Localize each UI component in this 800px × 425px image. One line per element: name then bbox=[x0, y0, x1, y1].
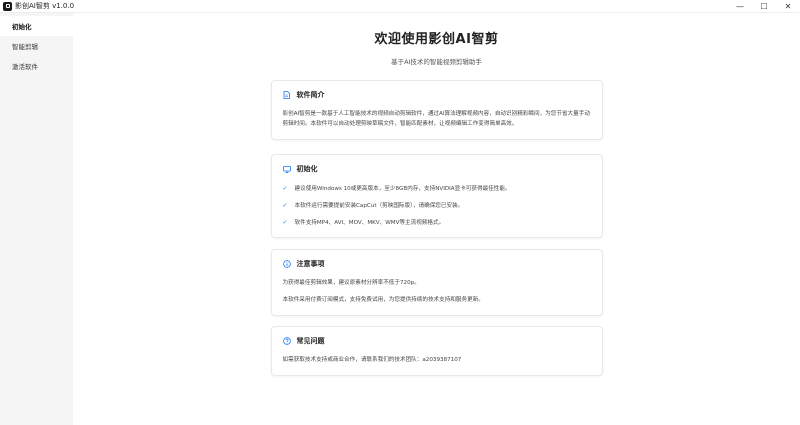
sidebar-item-activate[interactable]: 激活软件 bbox=[0, 56, 73, 76]
sidebar-item-smart-edit[interactable]: 智能剪辑 bbox=[0, 36, 73, 56]
check-icon: ✓ bbox=[282, 218, 288, 226]
window-controls: — ☐ ✕ bbox=[728, 0, 800, 12]
maximize-button[interactable]: ☐ bbox=[752, 0, 776, 12]
sidebar-item-init[interactable]: 初始化 bbox=[0, 16, 73, 36]
init-card-title: 初始化 bbox=[296, 165, 318, 173]
notice-card-title: 注意事项 bbox=[296, 260, 325, 268]
page-title: 欢迎使用影创AI智剪 bbox=[374, 32, 499, 47]
info-icon bbox=[282, 260, 291, 268]
requirement-text: 本软件运行需要提前安装CapCut（剪映国际版），请确保您已安装。 bbox=[294, 203, 464, 209]
sidebar: 初始化 智能剪辑 激活软件 bbox=[0, 13, 73, 425]
intro-card-title: 软件简介 bbox=[296, 91, 325, 99]
document-icon bbox=[283, 91, 291, 99]
notice-line-1: 为获得最佳剪辑效果，建议原素材分辨率不低于720p。 bbox=[282, 280, 420, 286]
app-logo-icon bbox=[3, 1, 12, 11]
list-item: ✓ 本软件运行需要提前安装CapCut（剪映国际版），请确保您已安装。 bbox=[283, 200, 591, 210]
check-icon: ✓ bbox=[282, 184, 288, 192]
init-card-header: 初始化 bbox=[282, 164, 591, 174]
intro-text: 影创AI智剪是一款基于人工智能技术的视频自动剪辑软件，通过AI算法理解视频内容，… bbox=[282, 111, 590, 127]
faq-card-header: 常见问题 bbox=[282, 336, 591, 346]
help-icon bbox=[282, 337, 291, 345]
faq-contact-text: 如需获取技术支持或商业合作，请联系我们的技术团队：a2039387107 bbox=[282, 357, 462, 363]
main-content: 欢迎使用影创AI智剪 基于AI技术的智能视频剪辑助手 软件简介 影创AI智剪是一… bbox=[73, 13, 800, 425]
window-title: 影创AI智剪 v1.0.0 bbox=[15, 2, 75, 10]
intro-card: 软件简介 影创AI智剪是一款基于人工智能技术的视频自动剪辑软件，通过AI算法理解… bbox=[270, 80, 603, 140]
requirement-text: 建议使用Windows 10或更高版本，至少8GB内存，支持NVIDIA显卡可获… bbox=[294, 186, 511, 192]
close-button[interactable]: ✕ bbox=[776, 0, 800, 12]
requirement-text: 软件支持MP4、AVI、MOV、MKV、WMV等主流视频格式。 bbox=[294, 220, 445, 226]
title-bar[interactable]: 影创AI智剪 v1.0.0 — ☐ ✕ bbox=[0, 0, 800, 13]
intro-card-header: 软件简介 bbox=[283, 90, 591, 100]
list-item: ✓ 建议使用Windows 10或更高版本，至少8GB内存，支持NVIDIA显卡… bbox=[283, 183, 591, 193]
minimize-button[interactable]: — bbox=[728, 0, 752, 12]
list-item: ✓ 软件支持MP4、AVI、MOV、MKV、WMV等主流视频格式。 bbox=[283, 217, 591, 227]
faq-card: 常见问题 如需获取技术支持或商业合作，请联系我们的技术团队：a203938710… bbox=[270, 326, 603, 376]
monitor-icon bbox=[282, 165, 291, 173]
notice-line-2: 本软件采用付费订阅模式，支持免费试用，为您提供持续的技术支持和服务更新。 bbox=[282, 297, 484, 303]
faq-card-title: 常见问题 bbox=[296, 337, 325, 345]
app-window: 影创AI智剪 v1.0.0 — ☐ ✕ 初始化 智能剪辑 激活软件 欢迎使用影创… bbox=[0, 0, 800, 425]
notice-card-header: 注意事项 bbox=[282, 259, 591, 269]
init-card: 初始化 ✓ 建议使用Windows 10或更高版本，至少8GB内存，支持NVID… bbox=[270, 154, 603, 238]
page-subtitle: 基于AI技术的智能视频剪辑助手 bbox=[391, 58, 482, 66]
notice-card: 注意事项 为获得最佳剪辑效果，建议原素材分辨率不低于720p。 本软件采用付费订… bbox=[270, 249, 603, 316]
check-icon: ✓ bbox=[282, 201, 288, 209]
